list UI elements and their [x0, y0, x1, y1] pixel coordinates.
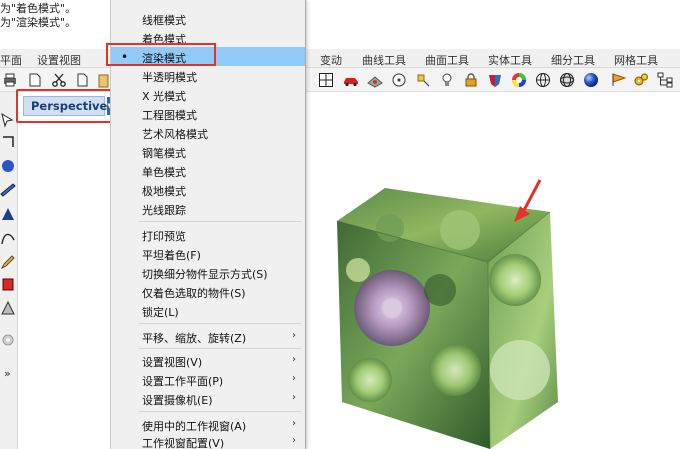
menu-separator: [139, 323, 301, 324]
pencil-icon[interactable]: [0, 254, 16, 270]
new-file-icon[interactable]: [26, 71, 43, 88]
tab-curve-tools[interactable]: 曲线工具: [362, 52, 406, 68]
menu-item-raytraced[interactable]: 光线跟踪: [111, 199, 305, 218]
tab-transform[interactable]: 变动: [320, 52, 342, 68]
tab-plane[interactable]: 平面: [0, 52, 22, 68]
left-toolbar: »: [0, 92, 18, 449]
menu-separator: [139, 411, 301, 412]
viewport-layout-icon[interactable]: [317, 71, 334, 88]
bulb-icon[interactable]: [438, 71, 455, 88]
textured-box-render: [336, 188, 558, 449]
submenu-arrow-icon: ›: [292, 330, 296, 341]
submenu-arrow-icon: ›: [292, 354, 296, 365]
grid-sphere-icon[interactable]: [558, 71, 575, 88]
rhino-window: 为"着色模式"。 为"渲染模式"。 平面 设置视图 变动 曲线工具 曲面工具 实…: [0, 0, 680, 449]
menu-item-pan-zoom-rotate[interactable]: 平移、缩放、旋转(Z) ›: [111, 327, 305, 346]
cut-icon[interactable]: [50, 71, 67, 88]
tab-mesh-tools[interactable]: 网格工具: [614, 52, 658, 68]
plane-tool-icon[interactable]: [0, 182, 16, 198]
menu-item-viewport-layout[interactable]: 工作视窗配置(V) ›: [111, 432, 305, 449]
tree-structure-icon[interactable]: [656, 71, 673, 88]
cone-icon[interactable]: [0, 300, 16, 316]
gears-icon[interactable]: [632, 71, 649, 88]
menu-item-wireframe[interactable]: 线框模式: [111, 9, 305, 28]
red-solid-icon[interactable]: [0, 276, 16, 292]
submenu-arrow-icon: ›: [292, 373, 296, 384]
tab-solid-tools[interactable]: 实体工具: [488, 52, 532, 68]
shield-color-icon[interactable]: [486, 71, 503, 88]
expand-toolbar-icon[interactable]: »: [4, 367, 20, 383]
solid-tool-icon[interactable]: [0, 206, 16, 222]
lock-icon[interactable]: [462, 71, 479, 88]
perspective-highlight-box: Perspective ▼: [16, 89, 114, 123]
wire-sphere-icon[interactable]: [534, 71, 551, 88]
menu-separator: [139, 348, 301, 349]
menu-tab-bar: 平面 设置视图 变动 曲线工具 曲面工具 实体工具 细分工具 网格工具: [0, 49, 680, 68]
menu-item-technical[interactable]: 工程图模式: [111, 104, 305, 123]
copy-icon[interactable]: [74, 71, 91, 88]
tab-subd-tools[interactable]: 细分工具: [551, 52, 595, 68]
corner-icon[interactable]: [0, 134, 16, 150]
viewport-context-menu: 线框模式 着色模式 • 渲染模式 半透明模式 X 光模式 工程图模式 艺术风格模…: [106, 0, 306, 449]
instruction-line-2: 为"渲染模式"。: [0, 16, 77, 29]
submenu-arrow-icon: ›: [292, 435, 296, 446]
menu-item-set-view[interactable]: 设置视图(V) ›: [111, 351, 305, 370]
target-icon[interactable]: [390, 71, 407, 88]
select-icon[interactable]: [0, 112, 16, 128]
light-spot-icon[interactable]: [414, 71, 431, 88]
menu-item-arctic[interactable]: 极地模式: [111, 180, 305, 199]
tab-surface-tools[interactable]: 曲面工具: [425, 52, 469, 68]
settings-gear-icon[interactable]: [0, 332, 16, 348]
print-icon[interactable]: [1, 71, 18, 88]
curve-tool-icon[interactable]: [0, 230, 16, 246]
submenu-arrow-icon: ›: [292, 418, 296, 429]
menu-item-lock[interactable]: 锁定(L): [111, 301, 305, 320]
flag-icon[interactable]: [610, 71, 627, 88]
render-sphere-icon[interactable]: [582, 71, 599, 88]
circle-tool-icon[interactable]: [0, 158, 16, 174]
menu-item-flat-shade[interactable]: 平坦着色(F): [111, 244, 305, 263]
submenu-arrow-icon: ›: [292, 392, 296, 403]
annotation-arrow-icon: [514, 179, 542, 222]
color-wheel-icon[interactable]: [510, 71, 527, 88]
menu-item-monochrome[interactable]: 单色模式: [111, 161, 305, 180]
menu-separator: [139, 221, 301, 222]
menu-item-shade-selected[interactable]: 仅着色选取的物件(S): [111, 282, 305, 301]
rendered-highlight-box: [106, 43, 216, 66]
menu-item-xray[interactable]: X 光模式: [111, 85, 305, 104]
menu-item-print-preview[interactable]: 打印预览: [111, 225, 305, 244]
menu-item-toggle-subd[interactable]: 切换细分物件显示方式(S): [111, 263, 305, 282]
menu-item-set-cplane[interactable]: 设置工作平面(P) ›: [111, 370, 305, 389]
menu-item-artistic[interactable]: 艺术风格模式: [111, 123, 305, 142]
viewport-title: Perspective: [31, 99, 108, 113]
tab-set-view[interactable]: 设置视图: [37, 52, 81, 68]
instruction-text-area: 为"着色模式"。 为"渲染模式"。: [0, 0, 680, 48]
material-icon[interactable]: [366, 71, 383, 88]
menu-item-set-camera[interactable]: 设置摄像机(E) ›: [111, 389, 305, 408]
menu-item-ghosted[interactable]: 半透明模式: [111, 66, 305, 85]
car-icon[interactable]: [342, 71, 359, 88]
viewport-title-button[interactable]: Perspective ▼: [23, 96, 113, 116]
menu-item-pen[interactable]: 钢笔模式: [111, 142, 305, 161]
